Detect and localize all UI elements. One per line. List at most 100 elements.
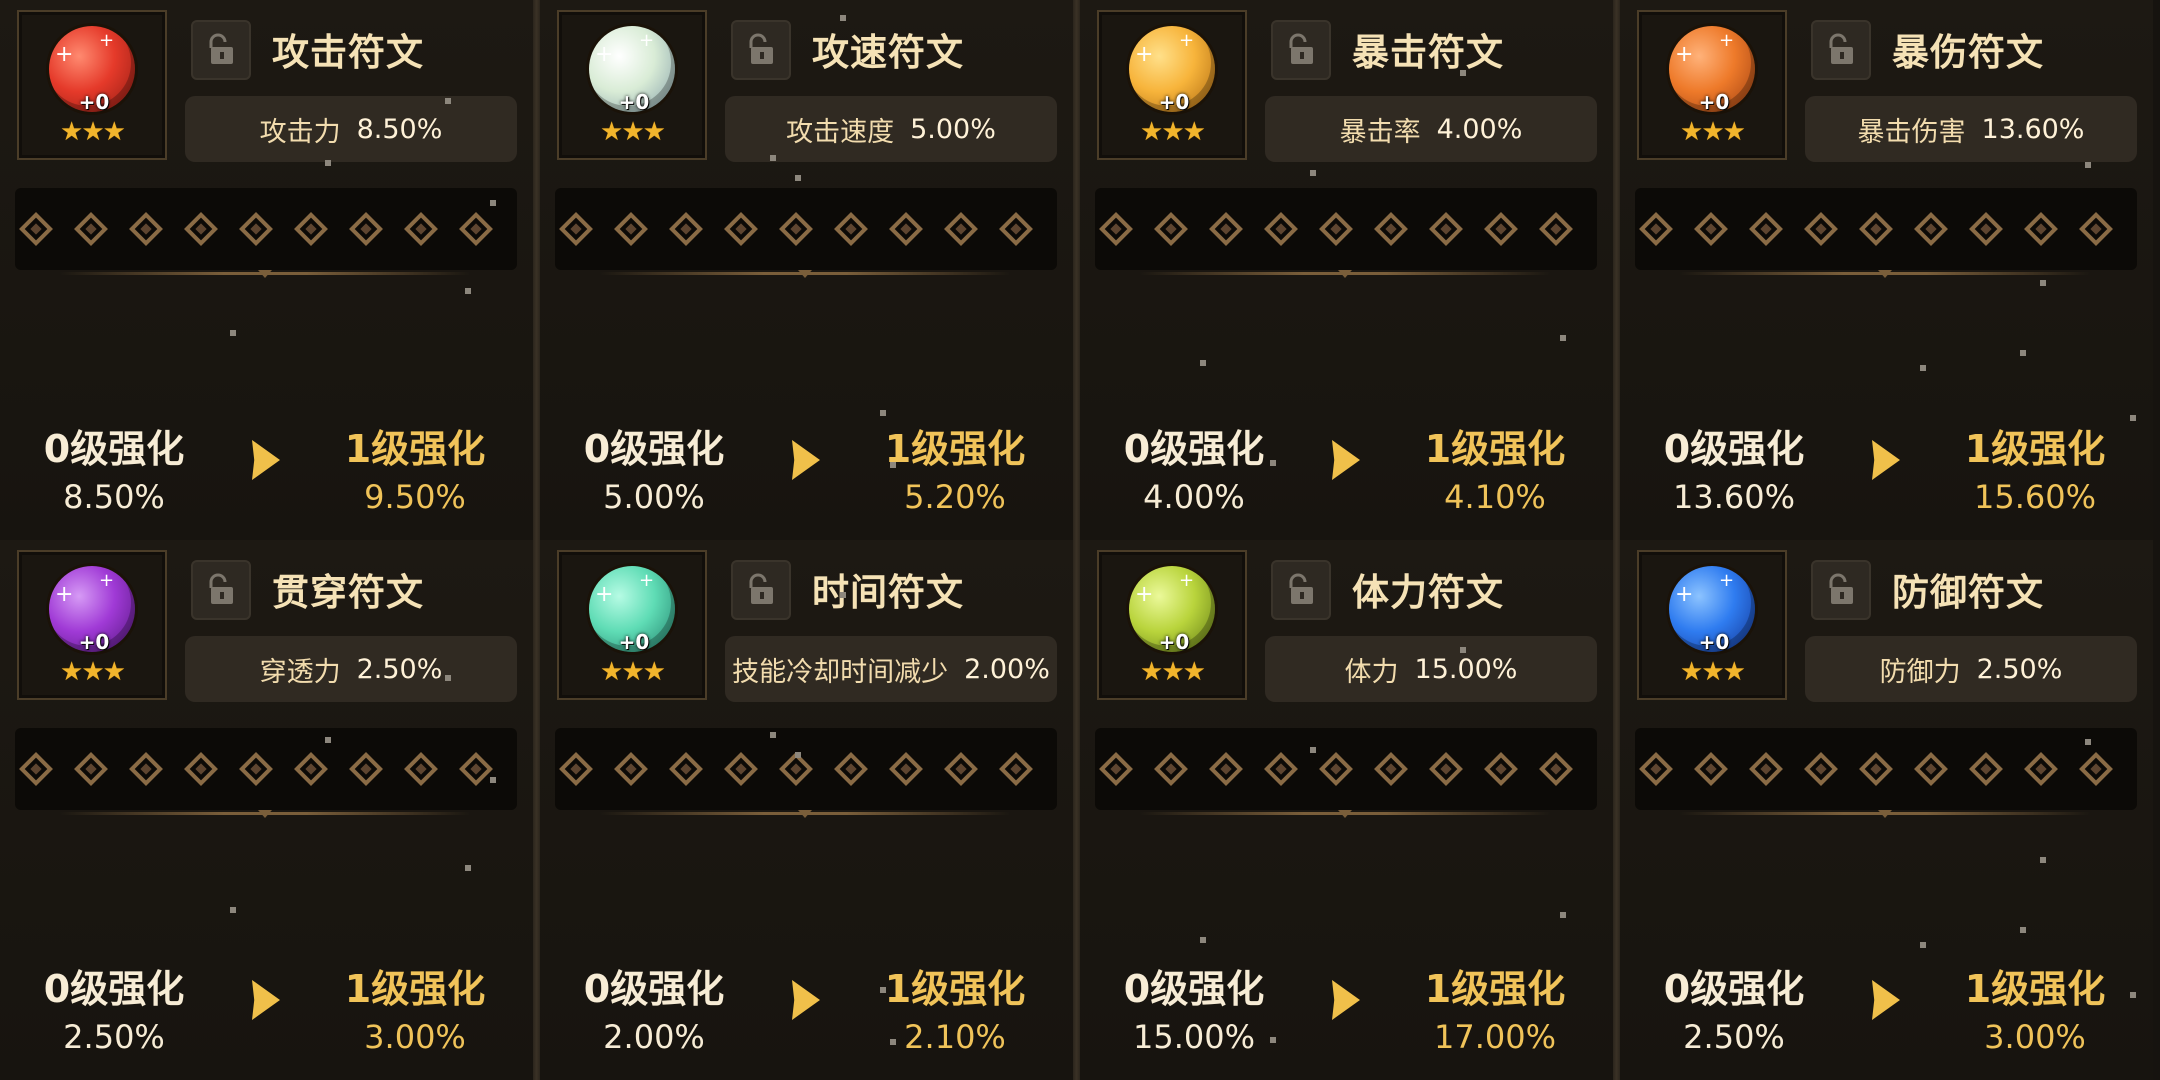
enhance-slot — [1264, 212, 1298, 246]
particle-dot — [840, 15, 846, 21]
enhance-slot — [1264, 752, 1298, 786]
star-rating: ★★★ — [60, 117, 126, 147]
rune-gem-frame[interactable]: + + +0 ★★★ — [17, 550, 167, 700]
enhance-slot — [1914, 752, 1948, 786]
lock-button[interactable] — [191, 560, 251, 620]
rune-gem-frame[interactable]: + + +0 ★★★ — [1097, 10, 1247, 160]
rune-gem-frame[interactable]: + + +0 ★★★ — [17, 10, 167, 160]
lock-button[interactable] — [1811, 20, 1871, 80]
current-enhance-value: 8.50% — [63, 478, 165, 516]
enhance-slot — [459, 752, 493, 786]
rune-gem-frame[interactable]: + + +0 ★★★ — [1637, 550, 1787, 700]
unlock-icon — [1829, 573, 1853, 604]
particle-dot — [1560, 335, 1566, 341]
particle-dot — [2040, 280, 2046, 286]
star-rating: ★★★ — [60, 657, 126, 687]
particle-dot — [1920, 365, 1926, 371]
unlock-icon — [749, 573, 773, 604]
rune-card[interactable]: + + +0 ★★★ 暴伤符文 暴击伤害 13.60% 0级强化 13.60% … — [1620, 0, 2153, 540]
gem-level: +0 — [78, 90, 110, 114]
stat-value: 4.00% — [1436, 113, 1523, 145]
arrow-right-icon — [1332, 980, 1360, 1020]
star-rating: ★★★ — [1680, 657, 1746, 687]
particle-dot — [2085, 162, 2091, 168]
arrow-right-icon — [1332, 440, 1360, 480]
enhance-slot — [1539, 212, 1573, 246]
next-enhance-level: 1级强化 — [344, 427, 486, 471]
rune-card[interactable]: + + +0 ★★★ 时间符文 技能冷却时间减少 2.00% 0级强化 2.00… — [540, 540, 1073, 1080]
lock-button[interactable] — [731, 560, 791, 620]
particle-dot — [1560, 912, 1566, 918]
unlock-icon — [209, 573, 233, 604]
enhance-slot — [559, 752, 593, 786]
rune-gem-frame[interactable]: + + +0 ★★★ — [1097, 550, 1247, 700]
arrow-right-icon — [1872, 980, 1900, 1020]
rune-card[interactable]: + + +0 ★★★ 攻速符文 攻击速度 5.00% 0级强化 5.00% 1级… — [540, 0, 1073, 540]
lock-button[interactable] — [731, 20, 791, 80]
star-rating: ★★★ — [1140, 657, 1206, 687]
particle-dot — [2085, 739, 2091, 745]
stat-value: 5.00% — [910, 113, 996, 145]
enhance-slot — [19, 212, 53, 246]
stat-value: 2.00% — [964, 653, 1050, 685]
rune-card[interactable]: + + +0 ★★★ 防御符文 防御力 2.50% 0级强化 2.50% 1级强… — [1620, 540, 2153, 1080]
rune-gem-frame[interactable]: + + +0 ★★★ — [1637, 10, 1787, 160]
rune-stat: 暴击率 4.00% — [1265, 96, 1597, 162]
next-enhance-value: 2.10% — [904, 1018, 1006, 1056]
rune-gem-frame[interactable]: + + +0 ★★★ — [557, 10, 707, 160]
enhance-slot — [19, 752, 53, 786]
enhance-slot — [999, 752, 1033, 786]
rune-name: 体力符文 — [1352, 571, 1504, 614]
enhance-slot — [1804, 212, 1838, 246]
current-enhance-level: 0级强化 — [1663, 967, 1805, 1011]
enhance-slot — [1319, 752, 1353, 786]
rune-stat: 防御力 2.50% — [1805, 636, 2137, 702]
rune-card[interactable]: + + +0 ★★★ 暴击符文 暴击率 4.00% 0级强化 4.00% 1级强… — [1080, 0, 1613, 540]
gem-level: +0 — [78, 630, 110, 654]
rune-card[interactable]: + + +0 ★★★ 体力符文 体力 15.00% 0级强化 15.00% 1级… — [1080, 540, 1613, 1080]
particle-dot — [770, 732, 776, 738]
rune-gem-frame[interactable]: + + +0 ★★★ — [557, 550, 707, 700]
enhance-slot — [2079, 752, 2113, 786]
enhance-slot — [74, 212, 108, 246]
lock-button[interactable] — [1271, 20, 1331, 80]
particle-dot — [2130, 415, 2136, 421]
enhance-slot — [1969, 212, 2003, 246]
lock-button[interactable] — [1811, 560, 1871, 620]
divider — [1680, 812, 2090, 815]
current-enhance-value: 15.00% — [1132, 1018, 1255, 1056]
enhance-slot — [1099, 212, 1133, 246]
enhance-slot — [1209, 752, 1243, 786]
next-enhance-level: 1级强化 — [344, 967, 486, 1011]
column-divider — [533, 0, 540, 1080]
sparkle-icon: + — [1675, 42, 1694, 67]
particle-dot — [770, 155, 776, 161]
rune-name: 攻击符文 — [272, 31, 424, 74]
stat-value: 13.60% — [1981, 113, 2085, 145]
rune-card[interactable]: + + +0 ★★★ 攻击符文 攻击力 8.50% 0级强化 8.50% 1级强… — [0, 0, 533, 540]
gem-level: +0 — [618, 630, 650, 654]
enhance-slot — [559, 212, 593, 246]
sparkle-icon: + — [1135, 582, 1154, 607]
lock-button[interactable] — [191, 20, 251, 80]
particle-dot — [2020, 350, 2026, 356]
column-divider — [1613, 0, 1620, 1080]
enhance-slot — [184, 212, 218, 246]
enhance-slot — [1639, 212, 1673, 246]
enhance-slot — [1484, 752, 1518, 786]
enhance-slot-row — [1635, 188, 2137, 270]
stat-label: 防御力 — [1879, 656, 1961, 688]
lock-button[interactable] — [1271, 560, 1331, 620]
particle-dot — [465, 865, 471, 871]
current-enhance-level: 0级强化 — [1123, 427, 1265, 471]
enhance-slot — [74, 752, 108, 786]
particle-dot — [325, 737, 331, 743]
rune-stat: 穿透力 2.50% — [185, 636, 517, 702]
rune-name: 攻速符文 — [812, 31, 964, 74]
particle-dot — [890, 462, 896, 468]
enhance-slot — [1154, 752, 1188, 786]
rune-card[interactable]: + + +0 ★★★ 贯穿符文 穿透力 2.50% 0级强化 2.50% 1级强… — [0, 540, 533, 1080]
sparkle-icon: + — [1179, 570, 1195, 591]
divider — [1140, 812, 1550, 815]
stat-value: 2.50% — [1976, 653, 2063, 685]
